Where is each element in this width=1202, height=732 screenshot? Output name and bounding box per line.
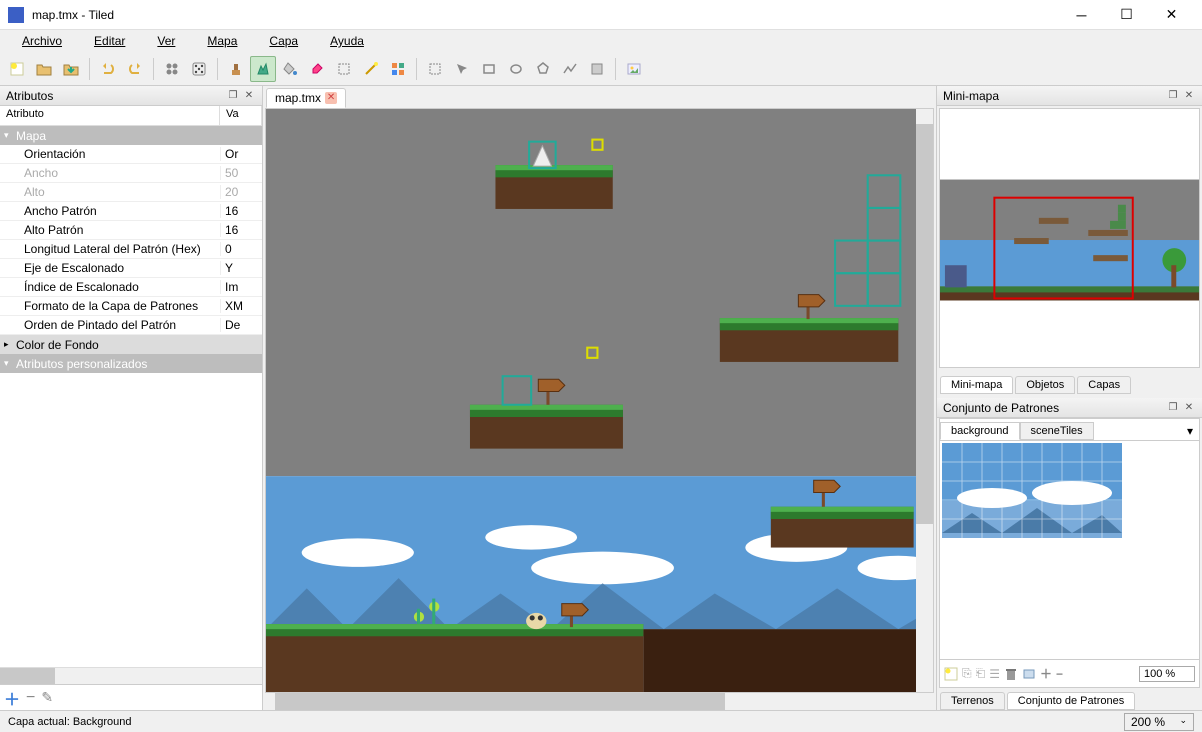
zoom-combo[interactable]: 200 %⌄ (1124, 713, 1194, 731)
prop-render-order[interactable]: Orden de Pintado del PatrónDe (0, 316, 262, 335)
titlebar: map.tmx - Tiled ─ ☐ ✕ (0, 0, 1202, 30)
tileset-panel-title: Conjunto de Patrones ❐ ✕ (937, 398, 1202, 418)
image-layer-tool[interactable] (621, 56, 647, 82)
eraser-tool[interactable] (304, 56, 330, 82)
minimize-button[interactable]: ─ (1059, 0, 1104, 29)
map-canvas[interactable] (265, 108, 934, 693)
minimap-close-icon[interactable]: ✕ (1182, 89, 1196, 103)
tileset-body: background sceneTiles ▾ (939, 418, 1200, 688)
minimap-tabs: Mini-mapa Objetos Capas (937, 372, 1202, 394)
panel-float-icon[interactable]: ❐ (226, 89, 240, 103)
close-button[interactable]: ✕ (1149, 0, 1194, 29)
tab-minimapa[interactable]: Mini-mapa (940, 376, 1013, 394)
save-file-button[interactable] (58, 56, 84, 82)
add-tiles-button[interactable]: ＋ (1040, 665, 1052, 682)
tileset-properties-button[interactable]: ☰ (989, 667, 1000, 681)
ellipse-object-tool[interactable] (503, 56, 529, 82)
properties-hscroll[interactable] (0, 667, 262, 684)
minimap-float-icon[interactable]: ❐ (1166, 89, 1180, 103)
remove-property-button[interactable]: − (26, 689, 35, 707)
properties-toolbar: ＋ − ✎ (0, 684, 262, 710)
polyline-object-tool[interactable] (557, 56, 583, 82)
tileset-toolbar: ⎘ ⎗ ☰ ＋ − 100 % (940, 659, 1199, 687)
tab-conjunto-patrones[interactable]: Conjunto de Patrones (1007, 692, 1135, 710)
prop-color-fondo[interactable]: ▸Color de Fondo (0, 335, 262, 354)
tileset-tab-scenetiles[interactable]: sceneTiles (1020, 422, 1094, 440)
menu-capa[interactable]: Capa (253, 32, 314, 50)
fill-tool[interactable] (277, 56, 303, 82)
window-title: map.tmx - Tiled (32, 8, 1059, 22)
tileset-view[interactable] (940, 441, 1199, 659)
main-toolbar (0, 52, 1202, 86)
edit-tileset-button[interactable] (1022, 667, 1036, 681)
add-property-button[interactable]: ＋ (4, 686, 20, 710)
editor-area: map.tmx ✕ (263, 86, 936, 710)
prop-ancho: Ancho50 (0, 164, 262, 183)
tileset-zoom[interactable]: 100 % (1139, 666, 1195, 682)
tab-capas[interactable]: Capas (1077, 376, 1131, 394)
right-dock: Mini-mapa ❐ ✕ (936, 86, 1202, 710)
properties-header: Atributo Va (0, 106, 262, 126)
prop-group-custom[interactable]: ▾Atributos personalizados (0, 354, 262, 373)
maximize-button[interactable]: ☐ (1104, 0, 1149, 29)
random-button[interactable] (186, 56, 212, 82)
polygon-object-tool[interactable] (530, 56, 556, 82)
minimap-panel-title: Mini-mapa ❐ ✕ (937, 86, 1202, 106)
edit-property-button[interactable]: ✎ (41, 689, 53, 706)
export-tileset-button[interactable]: ⎗ (976, 666, 986, 681)
panel-close-icon[interactable]: ✕ (242, 89, 256, 103)
prop-stagger-index[interactable]: Índice de EscalonadoIm (0, 278, 262, 297)
prop-group-mapa[interactable]: ▾Mapa (0, 126, 262, 145)
terrain-tool[interactable] (250, 56, 276, 82)
import-tileset-button[interactable]: ⎘ (962, 666, 972, 681)
prop-alto-patron[interactable]: Alto Patrón16 (0, 221, 262, 240)
prop-orientacion[interactable]: OrientaciónOr (0, 145, 262, 164)
new-file-button[interactable] (4, 56, 30, 82)
delete-tileset-button[interactable] (1004, 667, 1018, 681)
new-tileset-button[interactable] (944, 667, 958, 681)
tileset-dropdown-icon[interactable]: ▾ (1181, 422, 1199, 440)
prop-stagger-axis[interactable]: Eje de EscalonadoY (0, 259, 262, 278)
prop-alto: Alto20 (0, 183, 262, 202)
same-tile-tool[interactable] (385, 56, 411, 82)
select-objects-tool[interactable] (422, 56, 448, 82)
tileset-bottom-tabs: Terrenos Conjunto de Patrones (937, 688, 1202, 710)
redo-button[interactable] (122, 56, 148, 82)
minimap-view[interactable] (939, 108, 1200, 368)
statusbar: Capa actual: Background 200 %⌄ (0, 710, 1202, 732)
tileset-tab-background[interactable]: background (940, 422, 1020, 440)
properties-panel-title: Atributos ❐ ✕ (0, 86, 262, 106)
app-icon (8, 7, 24, 23)
menubar: Archivo Editar Ver Mapa Capa Ayuda (0, 30, 1202, 52)
rect-select-tool[interactable] (331, 56, 357, 82)
command-button[interactable] (159, 56, 185, 82)
canvas-vscroll[interactable] (916, 109, 933, 692)
menu-mapa[interactable]: Mapa (191, 32, 253, 50)
menu-archivo[interactable]: Archivo (6, 32, 78, 50)
open-file-button[interactable] (31, 56, 57, 82)
file-tab[interactable]: map.tmx ✕ (266, 88, 346, 108)
close-tab-icon[interactable]: ✕ (325, 92, 337, 104)
prop-hex-length[interactable]: Longitud Lateral del Patrón (Hex)0 (0, 240, 262, 259)
wand-tool[interactable] (358, 56, 384, 82)
stamp-tool[interactable] (223, 56, 249, 82)
menu-editar[interactable]: Editar (78, 32, 141, 50)
prop-layer-format[interactable]: Formato de la Capa de PatronesXM (0, 297, 262, 316)
rect-object-tool[interactable] (476, 56, 502, 82)
tab-objetos[interactable]: Objetos (1015, 376, 1075, 394)
prop-ancho-patron[interactable]: Ancho Patrón16 (0, 202, 262, 221)
status-text: Capa actual: Background (8, 716, 1124, 728)
tileset-close-icon[interactable]: ✕ (1182, 401, 1196, 415)
undo-button[interactable] (95, 56, 121, 82)
canvas-hscroll[interactable] (265, 693, 934, 710)
remove-tiles-button[interactable]: − (1056, 667, 1063, 681)
tab-terrenos[interactable]: Terrenos (940, 692, 1005, 710)
menu-ver[interactable]: Ver (141, 32, 191, 50)
tile-object-tool[interactable] (584, 56, 610, 82)
properties-panel: Atributos ❐ ✕ Atributo Va ▾Mapa Orientac… (0, 86, 263, 710)
edit-objects-tool[interactable] (449, 56, 475, 82)
menu-ayuda[interactable]: Ayuda (314, 32, 380, 50)
tileset-float-icon[interactable]: ❐ (1166, 401, 1180, 415)
